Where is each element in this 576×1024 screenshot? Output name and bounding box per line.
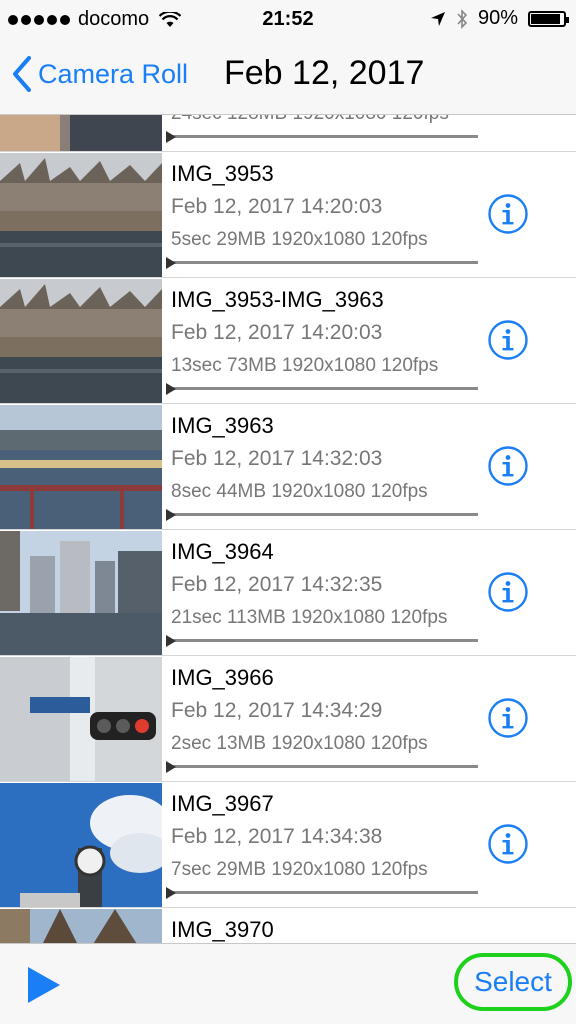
video-name: IMG_3966 bbox=[171, 665, 274, 690]
video-date: Feb 12, 2017 14:34:29 bbox=[171, 699, 383, 722]
page-title: Feb 12, 2017 bbox=[224, 54, 425, 92]
video-meta: 24sec 128MB 1920x1080 120fps bbox=[171, 115, 449, 125]
video-row[interactable]: IMG_3953 Feb 12, 2017 14:20:03 5sec 29MB… bbox=[0, 153, 576, 278]
select-button[interactable]: Select bbox=[454, 953, 572, 1011]
video-thumbnail[interactable] bbox=[0, 531, 162, 655]
video-name: IMG_3953-IMG_3963 bbox=[171, 287, 384, 312]
navigation-bar: Camera Roll Feb 12, 2017 bbox=[0, 40, 576, 115]
video-row[interactable]: IMG_3966 Feb 12, 2017 14:34:29 2sec 13MB… bbox=[0, 657, 576, 782]
scrubber-track bbox=[172, 261, 478, 264]
location-arrow-icon bbox=[430, 11, 445, 26]
scrubber-track bbox=[172, 135, 478, 138]
video-row[interactable]: IMG_3963 Feb 12, 2017 14:32:03 8sec 44MB… bbox=[0, 405, 576, 530]
battery-percent: 90% bbox=[477, 7, 518, 29]
chevron-left-icon bbox=[13, 56, 31, 92]
scrubber-handle[interactable] bbox=[166, 887, 176, 899]
scrubber-handle[interactable] bbox=[166, 761, 176, 773]
bottom-toolbar: Select bbox=[0, 943, 576, 1024]
video-name: IMG_3953 bbox=[171, 161, 274, 186]
video-thumbnail[interactable] bbox=[0, 783, 162, 907]
scrubber-handle[interactable] bbox=[166, 131, 176, 143]
scrubber-track bbox=[172, 639, 478, 642]
info-icon[interactable] bbox=[487, 571, 529, 613]
playback-scrubber[interactable] bbox=[166, 257, 478, 269]
video-row[interactable]: IMG_3967 Feb 12, 2017 14:34:38 7sec 29MB… bbox=[0, 783, 576, 908]
video-meta: 7sec 29MB 1920x1080 120fps bbox=[171, 859, 428, 880]
info-icon[interactable] bbox=[487, 319, 529, 361]
video-meta: 5sec 29MB 1920x1080 120fps bbox=[171, 229, 428, 250]
playback-scrubber[interactable] bbox=[166, 887, 478, 899]
video-date: Feb 12, 2017 14:20:03 bbox=[171, 195, 383, 218]
playback-scrubber[interactable] bbox=[166, 761, 478, 773]
scrubber-track bbox=[172, 513, 478, 516]
playback-scrubber[interactable] bbox=[166, 383, 478, 395]
battery-icon bbox=[528, 10, 569, 27]
playback-scrubber[interactable] bbox=[166, 635, 478, 647]
video-row[interactable]: 24sec 128MB 1920x1080 120fps bbox=[0, 115, 576, 152]
scrubber-track bbox=[172, 765, 478, 768]
video-date: Feb 12, 2017 14:34:38 bbox=[171, 825, 383, 848]
video-thumbnail[interactable] bbox=[0, 115, 162, 151]
bluetooth-icon bbox=[457, 8, 468, 29]
scrubber-track bbox=[172, 891, 478, 894]
scrubber-handle[interactable] bbox=[166, 509, 176, 521]
scrubber-track bbox=[172, 387, 478, 390]
scrubber-handle[interactable] bbox=[166, 635, 176, 647]
info-icon[interactable] bbox=[487, 445, 529, 487]
video-meta: 8sec 44MB 1920x1080 120fps bbox=[171, 481, 428, 502]
video-thumbnail[interactable] bbox=[0, 153, 162, 277]
video-name: IMG_3964 bbox=[171, 539, 274, 564]
playback-scrubber[interactable] bbox=[166, 131, 478, 143]
video-thumbnail[interactable] bbox=[0, 909, 162, 943]
info-icon[interactable] bbox=[487, 697, 529, 739]
video-row[interactable]: IMG_3953-IMG_3963 Feb 12, 2017 14:20:03 … bbox=[0, 279, 576, 404]
video-date: Feb 12, 2017 14:32:35 bbox=[171, 573, 383, 596]
video-date: Feb 12, 2017 14:20:03 bbox=[171, 321, 383, 344]
video-meta: 21sec 113MB 1920x1080 120fps bbox=[171, 607, 448, 628]
video-row[interactable]: IMG_3964 Feb 12, 2017 14:32:35 21sec 113… bbox=[0, 531, 576, 656]
video-name: IMG_3967 bbox=[171, 791, 274, 816]
status-bar: docomo 21:52 90% bbox=[0, 0, 576, 40]
video-date: Feb 12, 2017 14:32:03 bbox=[171, 447, 383, 470]
play-icon[interactable] bbox=[28, 967, 60, 1003]
scrubber-handle[interactable] bbox=[166, 257, 176, 269]
info-icon[interactable] bbox=[487, 823, 529, 865]
video-name: IMG_3963 bbox=[171, 413, 274, 438]
video-meta: 2sec 13MB 1920x1080 120fps bbox=[171, 733, 428, 754]
video-meta: 13sec 73MB 1920x1080 120fps bbox=[171, 355, 439, 376]
video-thumbnail[interactable] bbox=[0, 279, 162, 403]
back-button[interactable]: Camera Roll bbox=[12, 56, 188, 92]
info-icon[interactable] bbox=[487, 193, 529, 235]
video-row[interactable]: IMG_3970 bbox=[0, 909, 576, 943]
video-thumbnail[interactable] bbox=[0, 405, 162, 529]
video-list[interactable]: 24sec 128MB 1920x1080 120fps IMG_3953 Fe… bbox=[0, 115, 576, 943]
playback-scrubber[interactable] bbox=[166, 509, 478, 521]
video-thumbnail[interactable] bbox=[0, 657, 162, 781]
back-label: Camera Roll bbox=[38, 58, 189, 89]
scrubber-handle[interactable] bbox=[166, 383, 176, 395]
video-name: IMG_3970 bbox=[171, 917, 274, 942]
status-right-group: 90% bbox=[430, 7, 569, 30]
